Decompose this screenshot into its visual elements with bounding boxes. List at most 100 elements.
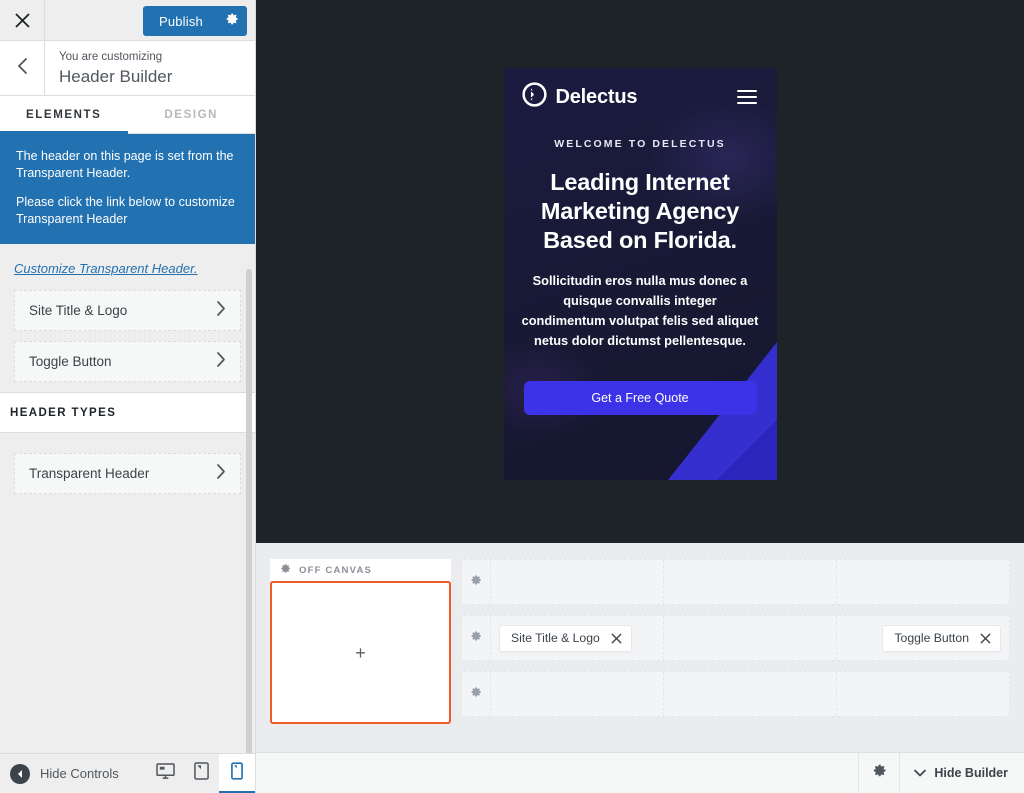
chevron-right-icon <box>216 351 226 372</box>
chevron-right-icon <box>216 463 226 484</box>
panel-item-site-title-logo[interactable]: Site Title & Logo <box>14 290 241 331</box>
sidebar-scroll-area: The header on this page is set from the … <box>0 134 255 753</box>
sidebar-tabs: ELEMENTS DESIGN <box>0 96 255 134</box>
desktop-icon <box>155 762 175 785</box>
remove-icon[interactable] <box>611 632 622 644</box>
builder-rows: Site Title & Logo Toggle Button <box>461 559 1010 752</box>
hero-content: Delectus WELCOME TO DELECTUS Leading Int… <box>504 68 777 415</box>
mobile-icon <box>231 762 243 785</box>
off-canvas-column: OFF CANVAS + <box>270 559 451 752</box>
hide-builder-label: Hide Builder <box>934 766 1008 780</box>
hide-controls-button[interactable]: Hide Controls <box>0 763 119 784</box>
gear-icon <box>470 573 482 591</box>
preview-site-header: Delectus <box>520 68 761 112</box>
notice-line-1: The header on this page is set from the … <box>16 149 234 180</box>
gear-icon <box>470 629 482 647</box>
hero-eyebrow: WELCOME TO DELECTUS <box>554 138 726 150</box>
panel-item-label: Site Title & Logo <box>29 303 128 318</box>
collapse-icon <box>10 763 30 784</box>
hamburger-line <box>736 102 757 104</box>
builder-cell[interactable] <box>664 560 837 604</box>
off-canvas-header: OFF CANVAS <box>270 559 451 581</box>
gear-icon <box>470 685 482 703</box>
menu-toggle-button[interactable] <box>735 86 759 108</box>
close-customizer-button[interactable] <box>0 0 45 40</box>
customize-transparent-header-link[interactable]: Customize Transparent Header. <box>14 261 198 276</box>
hero-title: Leading Internet Marketing Agency Based … <box>540 169 740 253</box>
builder-cell[interactable] <box>837 672 1009 716</box>
elements-panel-list: Site Title & Logo Toggle Button <box>0 290 255 382</box>
builder-cell[interactable] <box>837 560 1009 604</box>
builder-chip-site-title-logo[interactable]: Site Title & Logo <box>499 624 632 652</box>
chevron-right-icon <box>216 300 226 321</box>
hero-subtitle: Sollicitudin eros nulla mus donec a quis… <box>521 273 759 348</box>
builder-cell[interactable] <box>491 560 664 604</box>
gear-icon[interactable] <box>280 561 291 579</box>
device-toolbar: Hide Controls <box>0 753 255 793</box>
panel-item-label: Toggle Button <box>29 354 112 369</box>
notice-line-2: Please click the link below to customize… <box>16 195 235 226</box>
publish-settings-button[interactable] <box>217 6 247 36</box>
chip-label: Site Title & Logo <box>511 631 600 645</box>
tab-elements[interactable]: ELEMENTS <box>0 96 128 134</box>
section-heading-header-types: HEADER TYPES <box>0 392 255 433</box>
site-title: Delectus <box>555 85 638 108</box>
row-settings-button[interactable] <box>462 616 491 660</box>
off-canvas-label: OFF CANVAS <box>299 564 373 576</box>
customize-link-row: Customize Transparent Header. <box>0 244 255 290</box>
device-desktop-button[interactable] <box>147 753 183 793</box>
chip-label: Toggle Button <box>894 631 969 645</box>
device-tablet-button[interactable] <box>183 753 219 793</box>
gear-icon <box>225 12 239 31</box>
tablet-icon <box>193 762 209 785</box>
hide-controls-label: Hide Controls <box>40 766 119 781</box>
panel-item-label: Transparent Header <box>29 466 150 481</box>
add-item-icon[interactable]: + <box>355 644 366 662</box>
site-branding[interactable]: Delectus <box>521 82 638 112</box>
header-types-list: Transparent Header <box>0 433 255 494</box>
builder-cell[interactable] <box>491 672 664 716</box>
hamburger-line <box>736 90 757 92</box>
customizer-app: Publish You are customizing Header Build… <box>0 0 1024 793</box>
sidebar-header: You are customizing Header Builder <box>0 41 255 96</box>
builder-row-top <box>461 559 1010 605</box>
panel-item-toggle-button[interactable]: Toggle Button <box>14 341 241 382</box>
hero-cta-wrap: Get a Free Quote <box>520 381 761 415</box>
chevron-down-icon <box>914 766 927 780</box>
site-preview: Delectus WELCOME TO DELECTUS Leading Int… <box>256 0 1024 543</box>
builder-cell[interactable] <box>664 672 837 716</box>
close-icon <box>14 12 30 28</box>
off-canvas-dropzone[interactable]: + <box>270 581 451 724</box>
device-switcher <box>147 753 255 793</box>
builder-cell[interactable] <box>664 616 837 660</box>
publish-button[interactable]: Publish <box>142 6 217 36</box>
hamburger-line <box>736 96 757 98</box>
builder-row-bottom <box>461 671 1010 717</box>
builder-cell[interactable]: Site Title & Logo <box>491 616 664 660</box>
remove-icon[interactable] <box>980 632 991 644</box>
sidebar-topbar: Publish <box>0 0 255 41</box>
tab-design[interactable]: DESIGN <box>127 96 255 133</box>
mobile-preview-frame: Delectus WELCOME TO DELECTUS Leading Int… <box>503 68 777 480</box>
builder-footer: Hide Builder <box>256 752 1024 793</box>
row-settings-button[interactable] <box>462 560 491 604</box>
row-settings-button[interactable] <box>462 672 491 716</box>
device-mobile-button[interactable] <box>219 753 255 793</box>
sidebar-title-block: You are customizing Header Builder <box>45 41 172 95</box>
builder-cell[interactable]: Toggle Button <box>837 616 1009 660</box>
panel-item-transparent-header[interactable]: Transparent Header <box>14 453 241 494</box>
sidebar-scrollbar-thumb[interactable] <box>246 269 252 753</box>
builder-row-main: Site Title & Logo Toggle Button <box>461 615 1010 661</box>
page-title: Header Builder <box>59 67 173 86</box>
delectus-logo-icon <box>521 82 547 112</box>
gear-icon <box>872 763 887 783</box>
back-button[interactable] <box>0 41 45 95</box>
publish-group: Publish <box>142 6 247 36</box>
get-free-quote-button[interactable]: Get a Free Quote <box>523 381 757 415</box>
builder-settings-button[interactable] <box>858 753 901 793</box>
header-builder-panel: OFF CANVAS + Site Title & Logo Toggle Bu… <box>256 543 1024 752</box>
chevron-left-icon <box>17 57 28 79</box>
hide-builder-button[interactable]: Hide Builder <box>900 753 1024 793</box>
customizer-sidebar: Publish You are customizing Header Build… <box>0 0 256 793</box>
builder-chip-toggle-button[interactable]: Toggle Button <box>882 624 1001 652</box>
